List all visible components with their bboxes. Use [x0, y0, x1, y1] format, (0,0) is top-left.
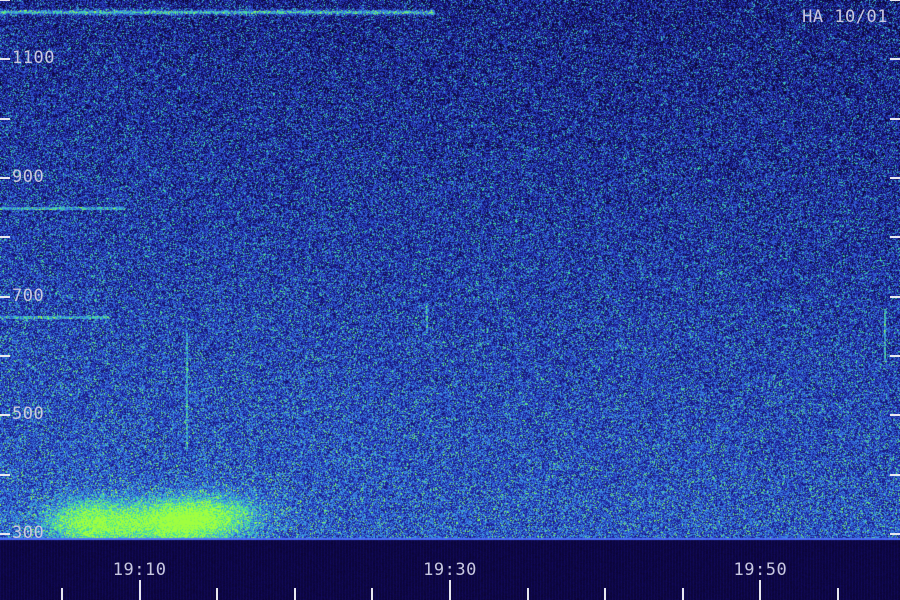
- spectrogram-plot: 300 500 700 900 1100 19:10 19:30 19:50 HA 10/01: [0, 0, 900, 600]
- axes-overlay: [0, 0, 900, 600]
- y-tick-label: 300: [12, 523, 45, 544]
- y-tick-label: 1100: [12, 48, 55, 69]
- y-tick-label: 700: [12, 285, 45, 306]
- chart-title: HA 10/01: [802, 7, 888, 27]
- y-tick-label: 500: [12, 404, 45, 425]
- x-tick-label: 19:10: [112, 560, 167, 580]
- y-tick-label: 900: [12, 167, 45, 188]
- x-tick-label: 19:50: [733, 560, 788, 580]
- x-tick-label: 19:30: [423, 560, 477, 580]
